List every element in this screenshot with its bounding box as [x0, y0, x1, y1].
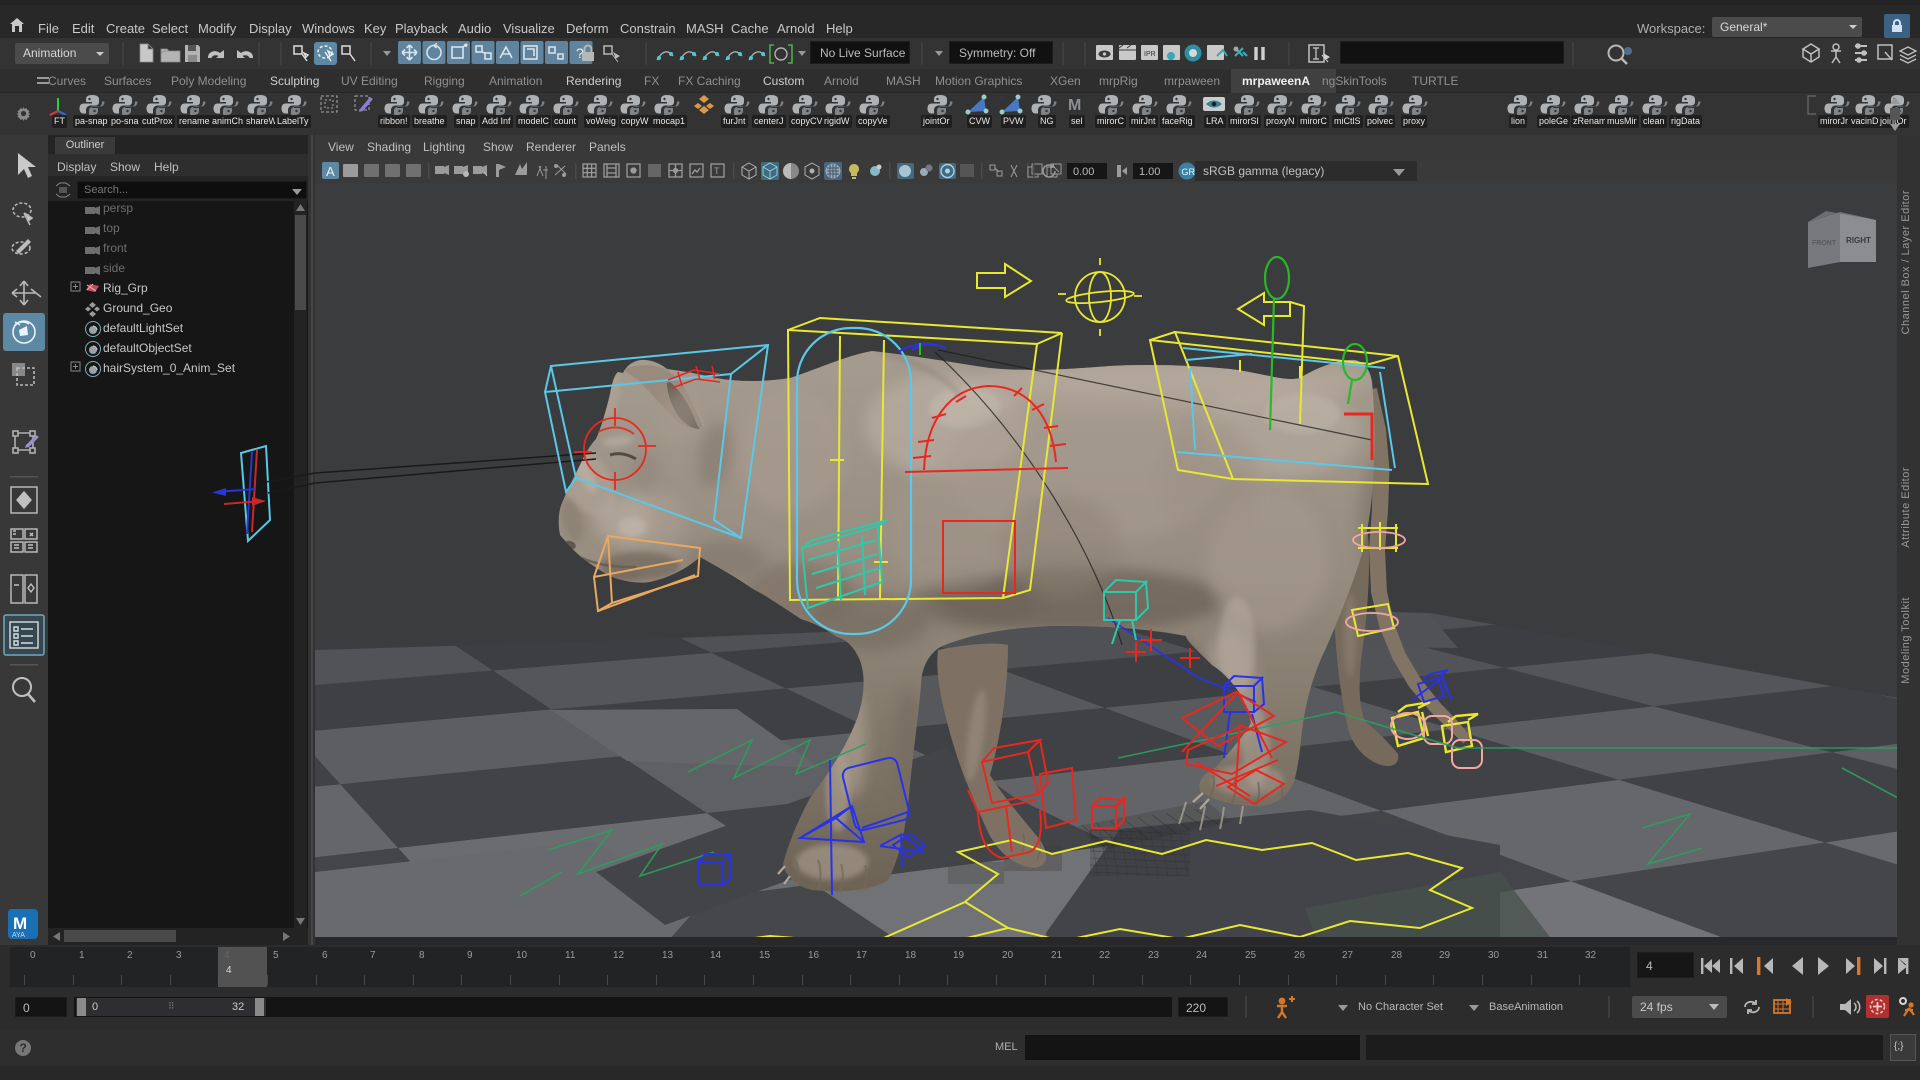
svg-text:persp: persp: [103, 201, 133, 215]
svg-text:M: M: [1068, 97, 1081, 114]
svg-text:AYA: AYA: [12, 932, 25, 939]
svg-text:Ground_Geo: Ground_Geo: [103, 301, 173, 315]
svg-text:side: side: [103, 261, 125, 275]
svg-text:hairSystem_0_Anim_Set: hairSystem_0_Anim_Set: [103, 361, 236, 375]
svg-text:FRONT: FRONT: [1812, 240, 1837, 247]
svg-text:A: A: [326, 164, 335, 179]
svg-text:Rig_Grp: Rig_Grp: [103, 281, 148, 295]
svg-text:IPR: IPR: [1144, 51, 1156, 58]
svg-text:front: front: [103, 241, 128, 255]
svg-text:GR: GR: [1182, 167, 1196, 177]
svg-text:sRGB gamma (legacy): sRGB gamma (legacy): [1203, 164, 1324, 178]
svg-text:?: ?: [20, 1041, 27, 1055]
svg-text:1.00: 1.00: [1139, 166, 1160, 178]
svg-text:RIGHT: RIGHT: [1846, 236, 1871, 245]
svg-text:defaultObjectSet: defaultObjectSet: [103, 341, 192, 355]
svg-text:T: T: [714, 166, 720, 176]
svg-text:defaultLightSet: defaultLightSet: [103, 321, 184, 335]
svg-text:top: top: [103, 221, 120, 235]
svg-text:0.00: 0.00: [1073, 166, 1094, 178]
svg-text:M: M: [13, 914, 27, 933]
